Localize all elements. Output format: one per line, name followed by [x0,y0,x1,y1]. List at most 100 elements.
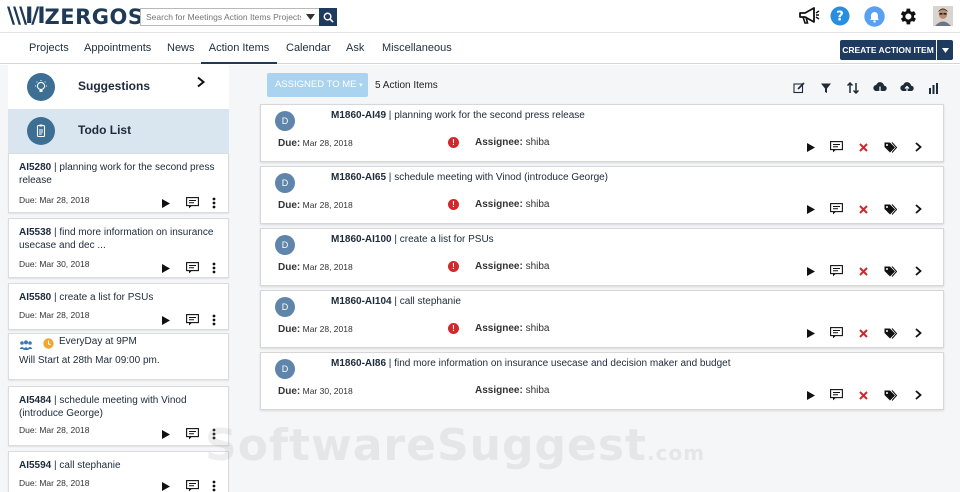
todo-list-panel[interactable]: Todo List [8,109,229,153]
create-options-dropdown[interactable] [937,40,953,60]
play-icon[interactable] [804,388,818,402]
close-icon[interactable] [856,140,870,154]
bar-chart-icon[interactable] [927,81,941,95]
play-icon[interactable] [804,326,818,340]
more-icon[interactable] [207,479,221,492]
todo-card-title: AI5484 | schedule meeting with Vinod (in… [19,395,187,419]
comment-icon[interactable] [185,427,199,441]
action-item-card[interactable]: D M1860-AI65 | schedule meeting with Vin… [260,166,944,224]
settings-button[interactable] [896,5,918,27]
comment-icon[interactable] [829,264,843,278]
search-button[interactable] [319,8,337,26]
action-item-title[interactable]: M1860-AI100 | create a list for PSUs [331,234,494,245]
nav-action-items[interactable]: Action Items [201,33,277,64]
nav-news[interactable]: News [167,33,195,64]
assigned-to-me-dropdown[interactable]: ASSIGNED TO ME ▾ [267,73,368,97]
comment-icon[interactable] [185,261,199,275]
search-input[interactable] [141,9,301,25]
suggestions-expand-icon[interactable] [196,76,206,91]
close-icon[interactable] [856,264,870,278]
action-item-due: Due: Mar 28, 2018 [278,262,353,273]
cloud-upload-icon[interactable] [900,81,914,95]
tag-icon[interactable] [883,326,897,340]
more-icon[interactable] [207,261,221,275]
more-icon[interactable] [207,313,221,327]
action-item-due: Due: Mar 28, 2018 [278,324,353,335]
action-item-title[interactable]: M1860-AI65 | schedule meeting with Vinod… [331,172,608,183]
chevron-right-icon[interactable] [911,326,925,340]
nav-ask[interactable]: Ask [346,33,364,64]
tag-icon[interactable] [883,202,897,216]
todo-card-due: Due: Mar 30, 2018 [19,259,90,269]
comment-icon[interactable] [829,202,843,216]
chevron-right-icon[interactable] [911,388,925,402]
suggestions-title: Suggestions [78,79,151,93]
close-icon[interactable] [856,326,870,340]
nav-calendar[interactable]: Calendar [286,33,331,64]
todo-card[interactable]: AI5538 | find more information on insura… [8,218,229,278]
play-icon[interactable] [159,196,173,210]
search-icon [323,12,334,23]
sort-icon[interactable] [846,81,860,95]
recurring-card[interactable]: EveryDay at 9PM Will Start at 28th Mar 0… [8,333,229,380]
tag-icon[interactable] [883,264,897,278]
todo-card[interactable]: AI5580 | create a list for PSUs Due: Mar… [8,283,229,330]
todo-card[interactable]: AI5594 | call stephanie Due: Mar 28, 201… [8,451,229,492]
chevron-right-icon[interactable] [911,264,925,278]
notifications-button[interactable] [863,5,885,27]
tag-icon[interactable] [883,388,897,402]
announcements-button[interactable] [798,5,820,27]
assignee-avatar: D [275,359,295,379]
comment-icon[interactable] [829,326,843,340]
action-item-card[interactable]: D M1860-AI86 | find more information on … [260,352,944,410]
play-icon[interactable] [804,202,818,216]
action-item-card[interactable]: D M1860-AI100 | create a list for PSUs D… [260,228,944,286]
create-action-item-button[interactable]: CREATE ACTION ITEM [840,40,936,60]
comment-icon[interactable] [829,388,843,402]
top-header: \\\I/I ZERGOS ? [0,0,960,33]
close-icon[interactable] [856,202,870,216]
play-icon[interactable] [159,313,173,327]
watermark: SoftwareSuggest.com [205,420,706,471]
wizergos-logo[interactable]: \\\I/I ZERGOS [7,5,144,29]
search-scope-dropdown-icon[interactable] [303,9,317,25]
more-icon[interactable] [207,427,221,441]
notification-icon [863,5,885,27]
play-icon[interactable] [804,140,818,154]
todo-card[interactable]: AI5484 | schedule meeting with Vinod (in… [8,386,229,446]
comment-icon[interactable] [185,196,199,210]
filter-icon[interactable] [819,81,833,95]
cloud-download-icon[interactable] [873,81,887,95]
action-item-card[interactable]: D M1860-AI49 | planning work for the sec… [260,104,944,162]
play-icon[interactable] [159,479,173,492]
todo-card[interactable]: AI5280 | planning work for the second pr… [8,153,229,213]
sidebar: Suggestions Todo List AI5280 | planning … [8,65,229,492]
chevron-right-icon[interactable] [911,140,925,154]
user-avatar[interactable] [932,5,954,27]
todo-card-due: Due: Mar 28, 2018 [19,195,90,205]
nav-projects[interactable]: Projects [29,33,69,64]
play-icon[interactable] [804,264,818,278]
comment-icon[interactable] [185,313,199,327]
suggestions-panel[interactable]: Suggestions [8,65,229,109]
edit-icon[interactable] [792,81,806,95]
comment-icon[interactable] [829,140,843,154]
close-icon[interactable] [856,388,870,402]
nav-miscellaneous[interactable]: Miscellaneous [382,33,452,64]
clock-icon [41,336,55,350]
logo-word: ZERGOS [44,5,144,29]
action-item-card[interactable]: D M1860-AI104 | call stephanie Due: Mar … [260,290,944,348]
nav-appointments[interactable]: Appointments [84,33,151,64]
play-icon[interactable] [159,427,173,441]
action-item-title[interactable]: M1860-AI86 | find more information on in… [331,358,731,369]
action-item-title[interactable]: M1860-AI104 | call stephanie [331,296,461,307]
help-button[interactable]: ? [829,5,851,27]
comment-icon[interactable] [185,479,199,492]
action-item-title[interactable]: M1860-AI49 | planning work for the secon… [331,110,585,121]
more-icon[interactable] [207,196,221,210]
recurring-schedule: EveryDay at 9PM [59,336,137,347]
play-icon[interactable] [159,261,173,275]
chevron-right-icon[interactable] [911,202,925,216]
tag-icon[interactable] [883,140,897,154]
lightbulb-icon [35,80,47,92]
